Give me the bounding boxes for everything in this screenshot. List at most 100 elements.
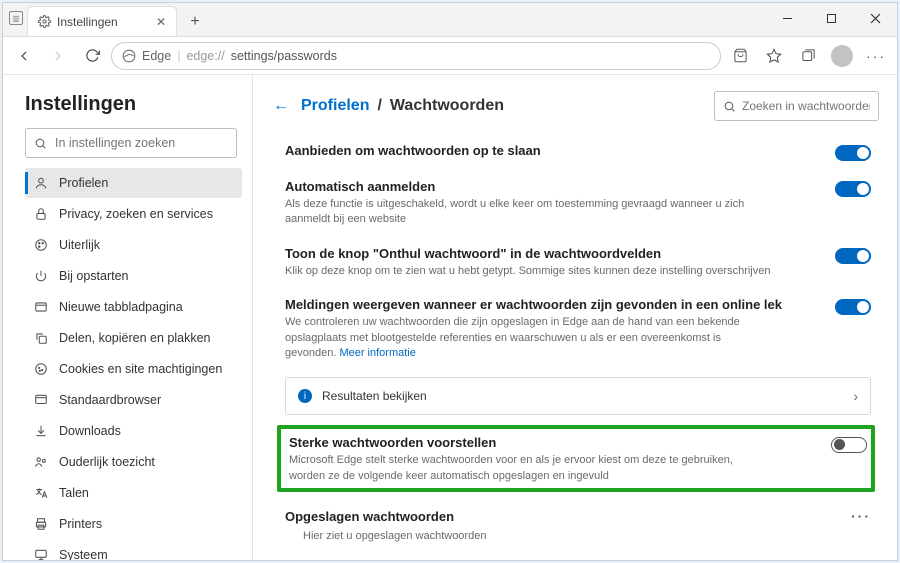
infobox-label: Resultaten bekijken — [322, 389, 427, 403]
printer-icon — [33, 517, 49, 531]
settings-sidebar: Instellingen Profielen Privacy, zoeken en… — [3, 75, 253, 560]
sidebar-item-ouderlijk-toezicht[interactable]: Ouderlijk toezicht — [25, 447, 242, 477]
sidebar-search[interactable] — [25, 128, 237, 158]
sidebar-item-privacy-zoeken-en-services[interactable]: Privacy, zoeken en services — [25, 199, 242, 229]
setting-row: Meldingen weergeven wanneer er wachtwoor… — [273, 289, 879, 371]
setting-row: Toon de knop "Onthul wachtwoord" in de w… — [273, 238, 879, 289]
menu-button[interactable]: ··· — [861, 41, 891, 71]
new-tab-button[interactable]: + — [181, 8, 209, 36]
toggle-strong-passwords[interactable] — [831, 437, 867, 453]
setting-toggle[interactable] — [835, 145, 871, 161]
more-options-icon[interactable]: ··· — [851, 508, 871, 524]
setting-description: Als deze functie is uitgeschakeld, wordt… — [285, 197, 815, 228]
address-bar[interactable]: Edge | edge://settings/passwords — [111, 42, 721, 70]
sidebar-item-label: Privacy, zoeken en services — [59, 207, 213, 221]
setting-title: Automatisch aanmelden — [285, 179, 815, 194]
sidebar-item-profielen[interactable]: Profielen — [25, 168, 242, 198]
tab-strip: Instellingen ✕ + — [23, 3, 209, 36]
sidebar-item-delen-kopi-ren-en-plakken[interactable]: Delen, kopiëren en plakken — [25, 323, 242, 353]
shopping-icon[interactable] — [725, 41, 755, 71]
search-icon — [723, 100, 736, 113]
setting-row: Automatisch aanmelden Als deze functie is… — [273, 171, 879, 238]
header-row: ← Profielen / Wachtwoorden — [273, 91, 879, 121]
gear-icon — [38, 15, 51, 28]
address-path: settings/passwords — [231, 49, 337, 63]
maximize-button[interactable] — [809, 3, 853, 33]
setting-title: Sterke wachtwoorden voorstellen — [289, 435, 811, 450]
forward-button[interactable] — [43, 41, 73, 71]
browser-tab[interactable]: Instellingen ✕ — [27, 6, 177, 36]
never-saved-heading: Nooit opgeslagen — [273, 550, 879, 560]
passwords-search[interactable] — [714, 91, 879, 121]
sidebar-item-label: Downloads — [59, 424, 121, 438]
setting-toggle[interactable] — [835, 181, 871, 197]
results-infobox[interactable]: i Resultaten bekijken › — [285, 377, 871, 415]
sidebar-item-bij-opstarten[interactable]: Bij opstarten — [25, 261, 242, 291]
sidebar-item-label: Printers — [59, 517, 102, 531]
sidebar-heading: Instellingen — [25, 93, 242, 116]
browser-window: ▥ Instellingen ✕ + Edge | edge://settin — [2, 2, 898, 561]
share-icon — [33, 331, 49, 345]
sidebar-item-downloads[interactable]: Downloads — [25, 416, 242, 446]
setting-description: Microsoft Edge stelt sterke wachtwoorden… — [289, 453, 811, 484]
sidebar-item-label: Bij opstarten — [59, 269, 128, 283]
sidebar-item-label: Systeem — [59, 548, 108, 560]
setting-title: Aanbieden om wachtwoorden op te slaan — [285, 143, 541, 158]
tab-actions-icon[interactable]: ▥ — [9, 11, 23, 25]
setting-toggle[interactable] — [835, 248, 871, 264]
sidebar-item-nieuwe-tabbladpagina[interactable]: Nieuwe tabbladpagina — [25, 292, 242, 322]
setting-row: Aanbieden om wachtwoorden op te slaan — [273, 135, 879, 171]
sidebar-item-label: Profielen — [59, 176, 108, 190]
setting-title: Toon de knop "Onthul wachtwoord" in de w… — [285, 246, 811, 261]
address-scheme: edge:// — [186, 49, 224, 63]
profile-avatar[interactable] — [827, 41, 857, 71]
window-controls — [765, 3, 897, 33]
breadcrumb-current: Wachtwoorden — [390, 97, 504, 115]
highlighted-setting: Sterke wachtwoorden voorstellen Microsof… — [277, 425, 875, 492]
more-info-link[interactable]: Meer informatie — [339, 347, 415, 359]
passwords-search-input[interactable] — [742, 99, 870, 113]
breadcrumb-separator: / — [377, 97, 381, 115]
family-icon — [33, 455, 49, 469]
chevron-right-icon: › — [853, 388, 858, 404]
sidebar-item-label: Standaardbrowser — [59, 393, 161, 407]
setting-description: Klik op deze knop om te zien wat u hebt … — [285, 264, 811, 279]
sidebar-item-uiterlijk[interactable]: Uiterlijk — [25, 230, 242, 260]
saved-passwords-sub: Hier ziet u opgeslagen wachtwoorden — [273, 526, 879, 550]
search-icon — [34, 137, 47, 150]
settings-main: ← Profielen / Wachtwoorden Aanbieden om … — [253, 75, 897, 560]
download-icon — [33, 424, 49, 438]
power-icon — [33, 269, 49, 283]
setting-title: Meldingen weergeven wanneer er wachtwoor… — [285, 297, 815, 312]
favorites-icon[interactable] — [759, 41, 789, 71]
browser-icon — [33, 393, 49, 407]
info-icon: i — [298, 389, 312, 403]
toolbar: Edge | edge://settings/passwords ··· — [3, 37, 897, 75]
refresh-button[interactable] — [77, 41, 107, 71]
tab-icon — [33, 300, 49, 314]
brush-icon — [33, 238, 49, 252]
breadcrumb-back-icon[interactable]: ← — [273, 97, 289, 115]
tab-title: Instellingen — [57, 15, 118, 29]
address-prefix: Edge — [142, 49, 171, 63]
sidebar-search-input[interactable] — [55, 136, 228, 150]
person-icon — [33, 176, 49, 190]
sidebar-item-printers[interactable]: Printers — [25, 509, 242, 539]
back-button[interactable] — [9, 41, 39, 71]
breadcrumb-parent[interactable]: Profielen — [301, 97, 369, 115]
sidebar-item-talen[interactable]: Talen — [25, 478, 242, 508]
setting-toggle[interactable] — [835, 299, 871, 315]
system-icon — [33, 548, 49, 560]
close-tab-icon[interactable]: ✕ — [156, 15, 166, 29]
sidebar-item-systeem[interactable]: Systeem — [25, 540, 242, 560]
titlebar: ▥ Instellingen ✕ + — [3, 3, 897, 37]
minimize-button[interactable] — [765, 3, 809, 33]
saved-passwords-heading: Opgeslagen wachtwoorden ··· — [273, 500, 879, 526]
cookie-icon — [33, 362, 49, 376]
sidebar-item-cookies-en-site-machtigingen[interactable]: Cookies en site machtigingen — [25, 354, 242, 384]
collections-icon[interactable] — [793, 41, 823, 71]
lock-icon — [33, 207, 49, 221]
breadcrumb: ← Profielen / Wachtwoorden — [273, 97, 504, 115]
close-window-button[interactable] — [853, 3, 897, 33]
sidebar-item-standaardbrowser[interactable]: Standaardbrowser — [25, 385, 242, 415]
